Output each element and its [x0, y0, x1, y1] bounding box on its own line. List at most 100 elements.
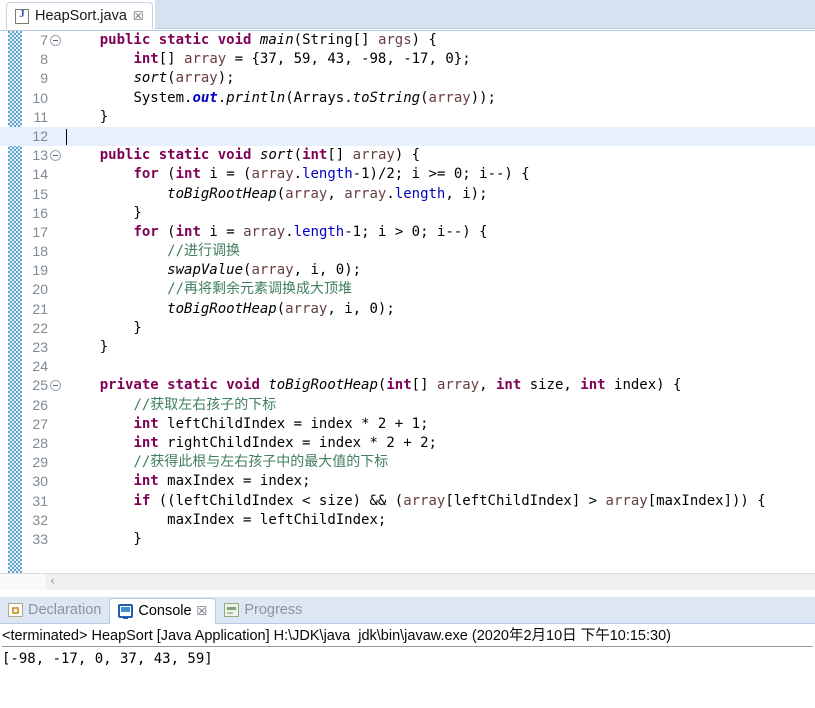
code-text: //获得此根与左右孩子中的最大值的下标: [133, 454, 389, 471]
console-tab-declaration[interactable]: Declaration: [0, 597, 109, 623]
fold-collapse-icon[interactable]: [50, 380, 61, 392]
line-number: 16: [32, 204, 48, 221]
fold-collapse-icon[interactable]: [50, 35, 61, 46]
code-line[interactable]: 25 private static void toBigRootHeap(int…: [0, 376, 815, 395]
fold-collapse-icon[interactable]: [50, 150, 61, 162]
code-line[interactable]: 26 //获取左右孩子的下标: [0, 396, 815, 415]
code-line[interactable]: 24: [0, 357, 815, 376]
editor-horizontal-scrollbar[interactable]: ‹: [0, 573, 815, 590]
line-number: 33: [32, 530, 48, 547]
line-number: 7: [40, 32, 48, 48]
code-line[interactable]: 15 toBigRootHeap(array, array.length, i)…: [0, 185, 815, 204]
code-text: int maxIndex = index;: [133, 473, 311, 490]
console-tab-progress[interactable]: Progress: [216, 597, 310, 623]
code-line[interactable]: 22 }: [0, 319, 815, 338]
line-number: 8: [40, 51, 48, 68]
code-text: public static void sort(int[] array) {: [99, 147, 421, 164]
line-number: 10: [32, 89, 48, 106]
console-icon: [118, 604, 134, 619]
console-output-line: [-98, -17, 0, 37, 43, 59]: [2, 651, 213, 667]
console-output-area[interactable]: <terminated> HeapSort [Java Application]…: [0, 624, 815, 670]
code-line[interactable]: 17 for (int i = array.length-1; i > 0; i…: [0, 223, 815, 242]
code-line[interactable]: 33 }: [0, 530, 815, 549]
code-text: int[] array = {37, 59, 43, -98, -17, 0};: [133, 51, 471, 68]
text-caret: [66, 128, 67, 145]
code-line[interactable]: 10 System.out.println(Arrays.toString(ar…: [0, 89, 815, 108]
line-number: 13: [32, 147, 48, 164]
code-text: public static void main(String[] args) {: [99, 32, 437, 48]
code-line[interactable]: 23 }: [0, 338, 815, 357]
line-number: 27: [32, 415, 48, 432]
close-icon[interactable]: ☒: [133, 10, 144, 22]
code-line[interactable]: 29 //获得此根与左右孩子中的最大值的下标: [0, 453, 815, 472]
code-line[interactable]: 18 //进行调换: [0, 242, 815, 261]
editor-tab-heapsort-java[interactable]: HeapSort.java ☒: [6, 2, 153, 29]
code-editor[interactable]: 7 public static void main(String[] args)…: [0, 31, 815, 573]
code-text: //获取左右孩子的下标: [133, 396, 277, 413]
code-text-area[interactable]: 7 public static void main(String[] args)…: [0, 31, 815, 573]
code-text: for (int i = (array.length-1)/2; i >= 0;…: [133, 166, 530, 183]
code-line[interactable]: 11 }: [0, 108, 815, 127]
line-number: 19: [32, 262, 48, 279]
code-line[interactable]: 13 public static void sort(int[] array) …: [0, 146, 815, 165]
line-number: 11: [33, 108, 48, 125]
code-line[interactable]: 7 public static void main(String[] args)…: [0, 31, 815, 50]
code-line[interactable]: 9 sort(array);: [0, 69, 815, 88]
code-text: sort(array);: [133, 70, 235, 87]
code-line[interactable]: 27 int leftChildIndex = index * 2 + 1;: [0, 415, 815, 434]
line-number: 23: [32, 339, 48, 355]
code-text: if ((leftChildIndex < size) && (array[le…: [133, 492, 766, 509]
code-line[interactable]: 28 int rightChildIndex = index * 2 + 2;: [0, 434, 815, 453]
console-launch-header: <terminated> HeapSort [Java Application]…: [2, 626, 813, 647]
line-number: 29: [32, 454, 48, 471]
code-text: for (int i = array.length-1; i > 0; i--)…: [133, 223, 488, 240]
code-text: toBigRootHeap(array, i, 0);: [167, 300, 395, 317]
code-text: int rightChildIndex = index * 2 + 2;: [133, 434, 437, 451]
close-icon[interactable]: ☒: [197, 605, 208, 617]
code-text: toBigRootHeap(array, array.length, i);: [167, 185, 488, 202]
progress-icon: [224, 603, 240, 617]
code-text: //进行调换: [167, 243, 241, 260]
console-tab-console[interactable]: Console ☒: [109, 598, 217, 624]
line-number: 14: [32, 166, 48, 183]
code-text: System.out.println(Arrays.toString(array…: [133, 89, 496, 106]
editor-tab-label: HeapSort.java: [35, 8, 127, 24]
line-number: 26: [32, 396, 48, 413]
line-number: 20: [32, 281, 48, 298]
code-text: //再将剩余元素调换成大顶堆: [167, 281, 353, 298]
code-line[interactable]: 32 maxIndex = leftChildIndex;: [0, 511, 815, 530]
chevron-left-icon[interactable]: ‹: [50, 574, 55, 590]
line-number: 18: [32, 243, 48, 260]
code-line[interactable]: 30 int maxIndex = index;: [0, 472, 815, 491]
code-line[interactable]: 19 swapValue(array, i, 0);: [0, 261, 815, 280]
code-line[interactable]: 14 for (int i = (array.length-1)/2; i >=…: [0, 165, 815, 184]
part-sash[interactable]: [0, 590, 815, 597]
code-text: maxIndex = leftChildIndex;: [167, 511, 387, 528]
line-number: 24: [32, 358, 48, 375]
console-tab-bar: Declaration Console ☒ Progress: [0, 597, 815, 624]
line-number: 22: [32, 319, 48, 336]
declaration-icon: [8, 603, 23, 617]
editor-tab-strip-empty-area: [155, 0, 815, 29]
code-line[interactable]: 16 }: [0, 204, 815, 223]
code-text: }: [66, 108, 109, 125]
code-text: }: [66, 530, 142, 547]
code-line[interactable]: 31 if ((leftChildIndex < size) && (array…: [0, 492, 815, 511]
line-number: 15: [32, 185, 48, 202]
code-text: private static void toBigRootHeap(int[] …: [99, 377, 682, 394]
code-text: }: [66, 319, 142, 336]
code-line[interactable]: 20 //再将剩余元素调换成大顶堆: [0, 280, 815, 299]
editor-tab-strip: HeapSort.java ☒: [0, 0, 815, 31]
code-line[interactable]: 21 toBigRootHeap(array, i, 0);: [0, 300, 815, 319]
line-number: 30: [32, 473, 48, 490]
code-text: swapValue(array, i, 0);: [167, 262, 362, 279]
code-line[interactable]: 12: [0, 126, 815, 147]
line-number: 28: [32, 434, 48, 451]
line-number: 9: [40, 70, 48, 87]
code-text: int leftChildIndex = index * 2 + 1;: [133, 415, 429, 432]
console-tab-label: Declaration: [28, 601, 102, 618]
line-number: 12: [32, 127, 48, 144]
line-number: 17: [32, 223, 48, 240]
code-line[interactable]: 8 int[] array = {37, 59, 43, -98, -17, 0…: [0, 50, 815, 69]
java-file-icon: [15, 8, 29, 24]
